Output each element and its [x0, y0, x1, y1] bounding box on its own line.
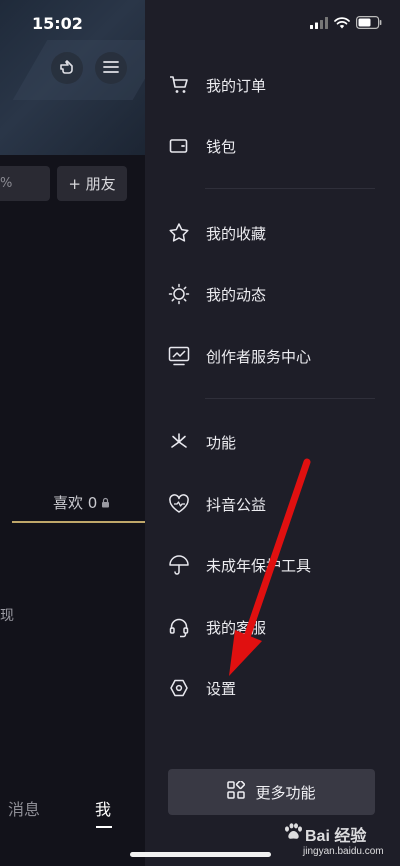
menu-item-activity[interactable]: 我的动态	[168, 279, 266, 309]
more-features-button[interactable]: 更多功能	[168, 769, 375, 815]
menu-label: 我的动态	[206, 285, 267, 304]
baidu-watermark: Bai 经验 jingyan.baidu.com	[283, 822, 384, 857]
menu-item-features[interactable]: 功能	[168, 427, 236, 457]
percent-box: %	[0, 166, 50, 201]
hand-pointer-button[interactable]	[51, 52, 83, 84]
menu-label: 我的客服	[206, 618, 267, 637]
tab-messages[interactable]: 消息	[8, 796, 40, 820]
divider	[205, 398, 375, 399]
tab-underline	[12, 521, 145, 523]
menu-item-customer-service[interactable]: 我的客服	[168, 612, 266, 642]
sun-icon	[168, 283, 190, 305]
menu-label: 我的收藏	[206, 224, 267, 243]
add-friend-label: + 朋友	[68, 175, 116, 193]
watermark-brand: Bai 经验	[305, 828, 367, 845]
status-time: 15:02	[32, 14, 83, 33]
watermark-url: jingyan.baidu.com	[303, 846, 384, 857]
menu-item-settings[interactable]: 设置	[168, 673, 236, 703]
tab-me[interactable]: 我	[95, 796, 111, 820]
umbrella-icon	[168, 554, 190, 576]
menu-label: 功能	[206, 433, 237, 452]
menu-label: 未成年保护工具	[206, 556, 312, 575]
likes-tab-label: 喜欢 0	[53, 494, 98, 512]
more-features-label: 更多功能	[255, 783, 316, 802]
hamburger-icon	[103, 59, 119, 78]
menu-label: 设置	[206, 679, 237, 698]
menu-item-creator-center[interactable]: 创作者服务中心	[168, 341, 311, 371]
hand-pointer-icon	[57, 56, 77, 80]
divider	[205, 188, 375, 189]
profile-background: % + 朋友 喜欢 0 现 消息 我	[0, 0, 145, 866]
tab-likes[interactable]: 喜欢 0	[53, 492, 110, 513]
heart-icon	[168, 493, 190, 515]
menu-item-wallet[interactable]: 钱包	[168, 131, 236, 161]
menu-label: 抖音公益	[206, 495, 267, 514]
menu-item-favorites[interactable]: 我的收藏	[168, 218, 266, 248]
text-fragment: 现	[0, 608, 14, 624]
tab-me-indicator	[96, 826, 112, 828]
add-friend-button[interactable]: + 朋友	[57, 166, 127, 201]
menu-label: 我的订单	[206, 76, 267, 95]
battery-icon	[356, 14, 382, 33]
menu-button[interactable]	[95, 52, 127, 84]
menu-item-charity[interactable]: 抖音公益	[168, 489, 266, 519]
hex-settings-icon	[168, 677, 190, 699]
status-icons	[310, 14, 382, 33]
grid-icon	[227, 779, 246, 803]
signal-icon	[310, 14, 328, 33]
lock-icon	[101, 494, 110, 512]
star-icon	[168, 222, 190, 244]
menu-item-orders[interactable]: 我的订单	[168, 70, 266, 100]
menu-item-minor-protection[interactable]: 未成年保护工具	[168, 550, 311, 580]
percent-text: %	[0, 176, 13, 191]
paw-logo-icon	[283, 822, 303, 846]
wifi-icon	[334, 14, 350, 33]
menu-label: 创作者服务中心	[206, 347, 312, 366]
home-indicator	[130, 852, 271, 857]
wallet-icon	[168, 135, 190, 157]
spark-icon	[168, 431, 190, 453]
menu-label: 钱包	[206, 137, 237, 156]
chart-icon	[168, 345, 190, 367]
cart-icon	[168, 74, 190, 96]
headset-icon	[168, 616, 190, 638]
